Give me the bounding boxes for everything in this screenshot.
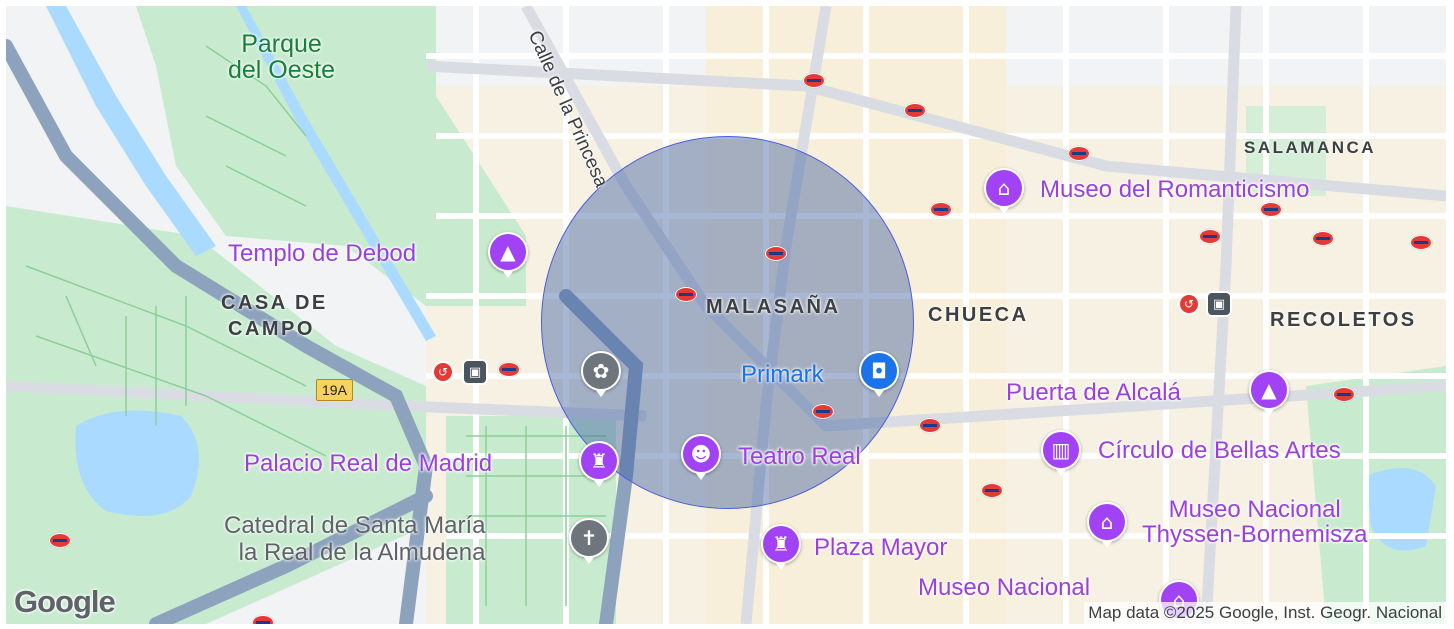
metro-station-icon[interactable]: [981, 483, 1003, 498]
road-shield-19a: 19A: [316, 379, 353, 401]
metro-station-icon[interactable]: [1199, 229, 1221, 244]
poi-label-museo-thyssen[interactable]: Museo Nacional Thyssen-Bornemisza: [1142, 496, 1368, 549]
museum-icon[interactable]: ⌂: [1087, 502, 1127, 548]
poi-label-puerta-de-alcala[interactable]: Puerta de Alcalá: [1006, 381, 1181, 405]
google-logo[interactable]: Google: [14, 584, 116, 620]
park-label-line2: del Oeste: [228, 56, 336, 85]
poi-label-primark[interactable]: Primark: [741, 363, 824, 387]
poi-label-plaza-mayor[interactable]: Plaza Mayor: [814, 536, 947, 560]
poi-label-templo-de-debod[interactable]: Templo de Debod: [228, 242, 416, 266]
metro-station-icon[interactable]: [930, 202, 952, 217]
metro-station-icon[interactable]: [1333, 387, 1355, 402]
neighborhood-label-malasana: MALASAÑA: [706, 296, 841, 318]
cercanias-icon[interactable]: ↺: [432, 361, 454, 383]
metro-station-icon[interactable]: [765, 246, 787, 261]
metro-station-icon[interactable]: [1410, 235, 1432, 250]
metro-station-icon[interactable]: [1312, 231, 1334, 246]
park-label-parque-del-oeste: Parque del Oeste: [228, 31, 335, 84]
metro-station-icon[interactable]: [812, 404, 834, 419]
museum-icon[interactable]: ⌂: [984, 168, 1024, 214]
castle-icon[interactable]: ♜: [579, 441, 619, 487]
poi-label-teatro-real[interactable]: Teatro Real: [738, 445, 861, 469]
metro-station-icon[interactable]: [919, 418, 941, 433]
metro-station-icon[interactable]: [1068, 146, 1090, 161]
metro-station-icon[interactable]: [252, 615, 274, 624]
castle-icon[interactable]: ♜: [761, 524, 801, 570]
catedral-label-line2: la Real de la Almudena: [238, 538, 486, 566]
neighborhood-label-campo: CAMPO: [228, 318, 315, 340]
museum-icon[interactable]: ▥: [1041, 430, 1081, 476]
church-icon[interactable]: ✝: [569, 518, 609, 564]
metro-station-icon[interactable]: [498, 362, 520, 377]
poi-label-museo-nacional[interactable]: Museo Nacional: [918, 576, 1090, 600]
poi-label-catedral-de-la-almudena[interactable]: Catedral de Santa María la Real de la Al…: [224, 512, 486, 567]
monument-icon[interactable]: ▲: [1249, 370, 1289, 416]
shopping-bag-icon[interactable]: ◘: [859, 351, 899, 397]
thyssen-label-line1: Museo Nacional: [1168, 496, 1341, 523]
metro-station-icon[interactable]: [904, 103, 926, 118]
monument-icon[interactable]: ▲: [488, 232, 528, 278]
neighborhood-label-recoletos: RECOLETOS: [1270, 309, 1417, 331]
theater-masks-icon[interactable]: ☻: [681, 434, 721, 480]
poi-label-museo-del-romanticismo[interactable]: Museo del Romanticismo: [1040, 178, 1309, 202]
metro-station-icon[interactable]: [49, 533, 71, 548]
metro-station-icon[interactable]: [1260, 202, 1282, 217]
thyssen-label-line2: Thyssen-Bornemisza: [1142, 521, 1368, 549]
neighborhood-label-salamanca: SALAMANCA: [1244, 138, 1377, 157]
map-attribution[interactable]: Map data ©2025 Google, Inst. Geogr. Naci…: [1084, 602, 1446, 624]
catedral-label-line1: Catedral de Santa María: [224, 512, 486, 539]
neighborhood-label-chueca: CHUECA: [928, 304, 1029, 326]
poi-label-circulo-de-bellas-artes[interactable]: Círculo de Bellas Artes: [1098, 439, 1341, 463]
map-canvas[interactable]: SALAMANCA MALASAÑA CHUECA RECOLETOS CASA…: [6, 6, 1446, 624]
metro-station-icon[interactable]: [675, 287, 697, 302]
metro-station-icon[interactable]: [803, 73, 825, 88]
cercanias-icon[interactable]: ↺: [1178, 293, 1200, 315]
neighborhood-label-casa-de: CASA DE: [221, 292, 328, 314]
poi-label-palacio-real-de-madrid[interactable]: Palacio Real de Madrid: [244, 452, 492, 476]
park-label-line1: Parque: [241, 30, 322, 58]
train-station-icon[interactable]: ▣: [1206, 291, 1232, 317]
garden-icon[interactable]: ✿: [581, 351, 621, 397]
train-station-icon[interactable]: ▣: [462, 359, 488, 385]
